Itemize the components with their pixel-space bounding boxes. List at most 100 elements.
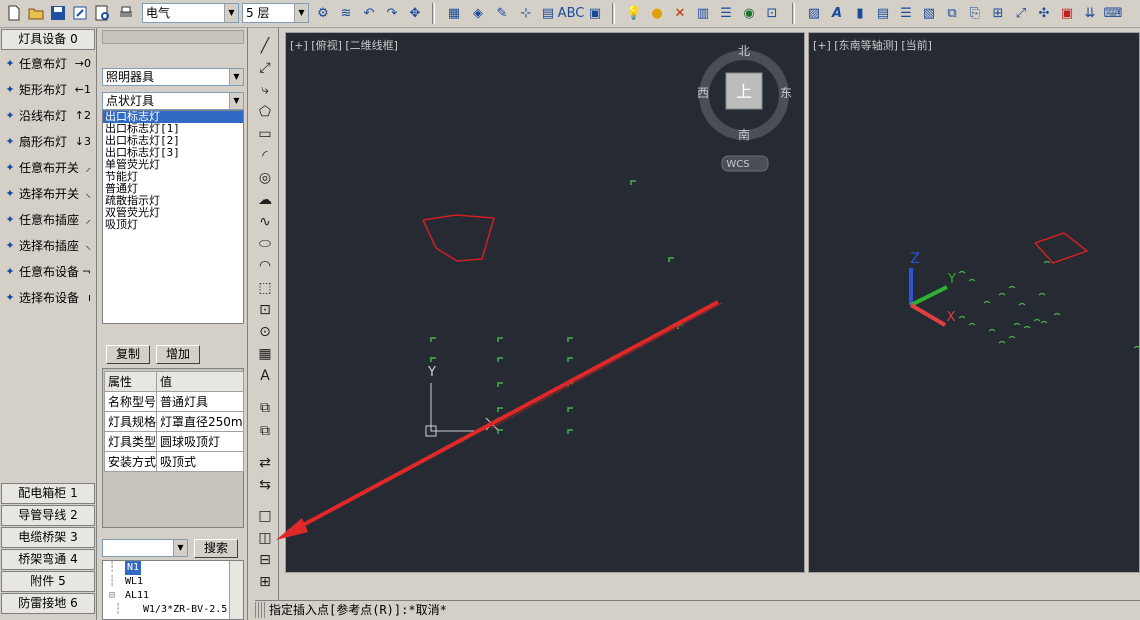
tree-node-n1[interactable]: N1 xyxy=(125,561,142,575)
light-fixture-mark-iso[interactable] xyxy=(1023,325,1031,329)
tree-scrollbar[interactable] xyxy=(229,561,243,619)
make-block-icon[interactable]: ⊡ xyxy=(255,300,275,320)
property-row[interactable]: 名称型号 普通灯具 xyxy=(103,391,244,412)
light-fixture-mark-iso[interactable] xyxy=(958,315,966,319)
light-fixture-mark-iso[interactable] xyxy=(983,300,991,304)
light-fixture-mark-iso[interactable] xyxy=(998,340,1006,344)
light-fixture-mark[interactable] xyxy=(497,337,503,342)
ellipse-tool-icon[interactable]: ⬭ xyxy=(255,234,275,254)
eye-icon[interactable]: ◉ xyxy=(739,3,759,23)
polygon-tool-icon[interactable]: ⬠ xyxy=(255,102,275,122)
export-layout-icon[interactable]: ⇄ xyxy=(255,453,275,473)
tool-item[interactable]: ✦ 任意布灯 →0 xyxy=(1,51,95,77)
circle-tool-icon[interactable]: ◎ xyxy=(255,168,275,188)
edit-icon[interactable] xyxy=(70,3,90,23)
four-viewport-icon[interactable]: ⊞ xyxy=(255,572,275,592)
move-icon[interactable]: ✣ xyxy=(1034,3,1054,23)
tool-item[interactable]: ✦ 矩形布灯 ←1 xyxy=(1,77,95,103)
dimension-icon[interactable]: ⊹ xyxy=(516,3,536,23)
tool-item[interactable]: ✦ 选择布设备 ı xyxy=(1,285,95,311)
property-row[interactable]: 灯具类型 圆球吸顶灯 xyxy=(103,431,244,452)
property-value[interactable]: 灯罩直径250m xyxy=(156,411,244,432)
command-grip[interactable] xyxy=(255,602,265,618)
redo-icon[interactable]: ↷ xyxy=(382,3,402,23)
red-room-outline[interactable] xyxy=(422,214,495,262)
list-icon[interactable]: ☰ xyxy=(896,3,916,23)
light-fixture-mark-iso[interactable] xyxy=(1053,312,1061,316)
light-fixture-mark[interactable] xyxy=(430,337,436,342)
scale-icon[interactable]: ⤢ xyxy=(1011,3,1031,23)
copy-button[interactable]: 复制 xyxy=(106,345,150,364)
bulb-off-icon[interactable]: ✕ xyxy=(670,3,690,23)
light-fixture-mark-iso[interactable] xyxy=(998,292,1006,296)
brush-icon[interactable]: ✎ xyxy=(492,3,512,23)
insert-block-icon[interactable]: ⬚ xyxy=(255,278,275,298)
tree-node-al11[interactable]: AL11 xyxy=(125,589,149,603)
section-header[interactable]: 附件 5 xyxy=(1,571,95,592)
three-viewport-icon[interactable]: ⊟ xyxy=(255,550,275,570)
section-header[interactable]: 电缆桥架 3 xyxy=(1,527,95,548)
save-icon[interactable] xyxy=(48,3,68,23)
light-fixture-mark[interactable] xyxy=(497,429,503,434)
compass-west[interactable]: 西 xyxy=(697,86,709,100)
viewport-isometric[interactable]: [+] [东南等轴测] [当前] Z Y X xyxy=(808,32,1140,573)
print-icon[interactable] xyxy=(116,3,136,23)
light-fixture-mark-iso[interactable] xyxy=(1040,320,1048,324)
compass-east[interactable]: 东 xyxy=(780,86,792,100)
layer-icon[interactable]: ≋ xyxy=(336,3,356,23)
command-line[interactable]: 指定插入点[参考点(R)]:*取消* xyxy=(255,600,1140,620)
text-style-icon[interactable]: A xyxy=(827,3,847,23)
add-button[interactable]: 增加 xyxy=(156,345,200,364)
compass-south[interactable]: 南 xyxy=(738,127,750,142)
search-input[interactable]: ▼ xyxy=(102,539,188,557)
image-icon[interactable]: ▧ xyxy=(919,3,939,23)
zoom-window-icon[interactable]: ⊡ xyxy=(762,3,782,23)
fixture-item[interactable]: 吸顶灯 xyxy=(103,219,243,231)
undo-icon[interactable]: ↶ xyxy=(359,3,379,23)
floor-combo[interactable]: 5 层 ▼ xyxy=(242,3,309,23)
tool-item[interactable]: ✦ 任意布设备 ¬ xyxy=(1,259,95,285)
text-tool-icon[interactable]: A xyxy=(255,366,275,386)
tool-item[interactable]: ✦ 沿线布灯 ↑2 xyxy=(1,103,95,129)
light-fixture-mark-iso[interactable] xyxy=(988,328,996,332)
tool-item[interactable]: ✦ 选择布插座 ⸜ xyxy=(1,233,95,259)
section-header[interactable]: 导管导线 2 xyxy=(1,505,95,526)
tool-item[interactable]: ✦ 任意布开关 ⸝ xyxy=(1,155,95,181)
search-button[interactable]: 搜索 xyxy=(194,539,238,558)
chart-icon[interactable]: ▮ xyxy=(850,3,870,23)
block-icon[interactable]: ▦ xyxy=(444,3,464,23)
tool-item[interactable]: ✦ 选择布开关 ⸜ xyxy=(1,181,95,207)
property-row[interactable]: 安装方式 吸顶式 xyxy=(103,451,244,472)
light-fixture-mark[interactable] xyxy=(430,357,436,362)
export-icon[interactable]: ▣ xyxy=(1057,3,1077,23)
light-fixture-mark-iso[interactable] xyxy=(1008,285,1016,289)
light-bulb-icon[interactable]: 💡 xyxy=(624,3,644,23)
frame-icon[interactable]: ▣ xyxy=(585,3,605,23)
light-fixture-mark[interactable] xyxy=(497,407,503,412)
light-fixture-mark[interactable] xyxy=(668,257,674,262)
tag-icon[interactable]: ◈ xyxy=(468,3,488,23)
rectangle-tool-icon[interactable]: ▭ xyxy=(255,124,275,144)
bulb-on-icon[interactable]: ● xyxy=(647,3,667,23)
spline-tool-icon[interactable]: ∿ xyxy=(255,212,275,232)
properties-icon[interactable]: ▨ xyxy=(804,3,824,23)
light-fixture-mark[interactable] xyxy=(630,180,636,185)
light-fixture-mark[interactable] xyxy=(567,337,573,342)
light-fixture-mark[interactable] xyxy=(497,382,503,387)
tool-item[interactable]: ✦ 任意布插座 ⸝ xyxy=(1,207,95,233)
light-fixture-mark[interactable] xyxy=(567,357,573,362)
light-fixture-mark-iso[interactable] xyxy=(1013,322,1021,326)
align-icon[interactable]: ⊞ xyxy=(988,3,1008,23)
subcategory-select[interactable]: 点状灯具 ▼ xyxy=(102,92,244,110)
compass-north[interactable]: 北 xyxy=(738,44,750,58)
table-edit-icon[interactable]: ▤ xyxy=(873,3,893,23)
grid-icon[interactable]: ▤ xyxy=(538,3,558,23)
panel-header-lighting[interactable]: 灯具设备 0 xyxy=(1,29,95,50)
property-row[interactable]: 灯具规格 灯罩直径250m xyxy=(103,411,244,432)
light-fixture-mark-iso[interactable] xyxy=(1133,345,1140,349)
two-viewport-icon[interactable]: ◫ xyxy=(255,528,275,548)
text-abc-icon[interactable]: ABC xyxy=(558,3,585,23)
arc-tool-icon[interactable]: ◜ xyxy=(255,146,275,166)
section-header[interactable]: 配电箱柜 1 xyxy=(1,483,95,504)
light-fixture-mark[interactable] xyxy=(497,357,503,362)
